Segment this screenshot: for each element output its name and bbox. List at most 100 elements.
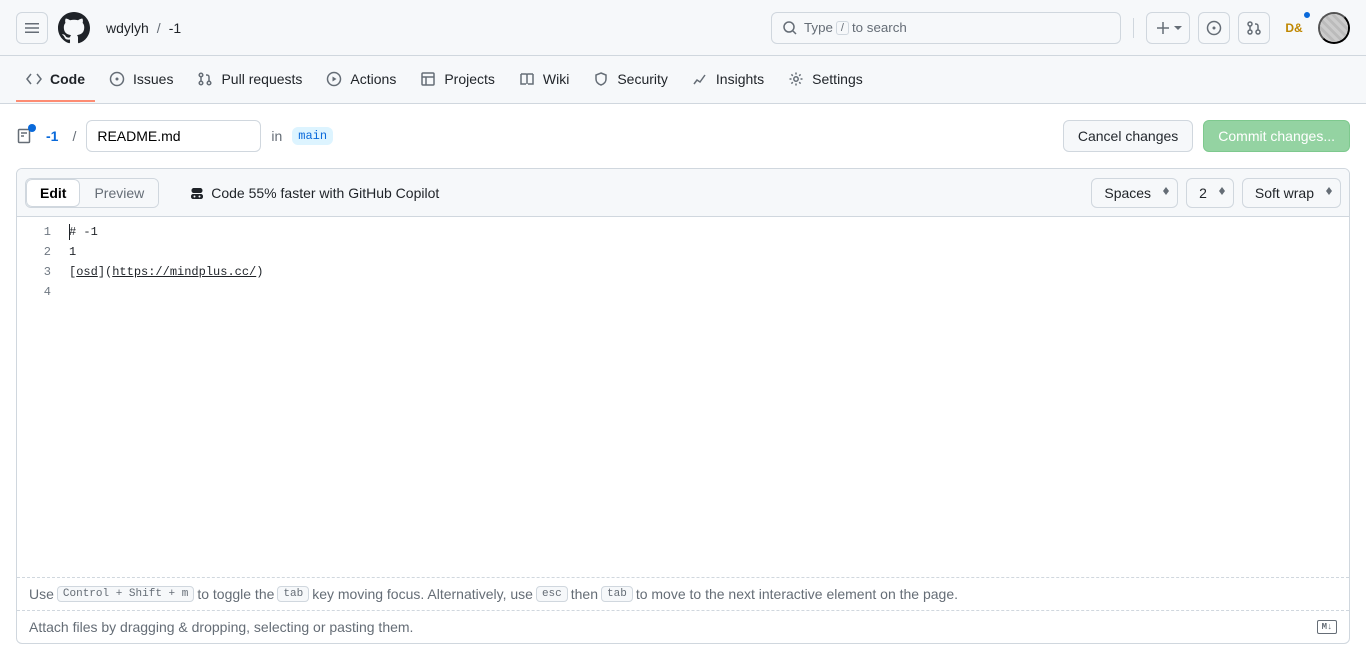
issues-icon — [109, 71, 125, 87]
header-actions: Type / to search D& — [771, 12, 1350, 44]
hint-text: to toggle the — [197, 586, 274, 602]
tab-label: Insights — [716, 71, 764, 87]
wrap-mode-select[interactable]: Soft wrap — [1242, 178, 1341, 208]
hint-text: to move to the next interactive element … — [636, 586, 958, 602]
hint-text: Use — [29, 586, 54, 602]
editor-settings: Spaces 2 Soft wrap — [1091, 178, 1341, 208]
menu-button[interactable] — [16, 12, 48, 44]
gear-icon — [788, 71, 804, 87]
indent-mode-select[interactable]: Spaces — [1091, 178, 1178, 208]
attach-hint: Attach files by dragging & dropping, sel… — [29, 619, 413, 635]
hamburger-icon — [24, 20, 40, 36]
tab-issues[interactable]: Issues — [99, 58, 183, 102]
issues-button[interactable] — [1198, 12, 1230, 44]
tab-insights[interactable]: Insights — [682, 58, 774, 102]
global-header: wdylyh / -1 Type / to search D& — [0, 0, 1366, 56]
cancel-changes-button[interactable]: Cancel changes — [1063, 120, 1193, 152]
change-indicator-dot — [28, 124, 36, 132]
tab-pull-requests[interactable]: Pull requests — [187, 58, 312, 102]
line-number: 4 — [17, 282, 51, 302]
book-icon — [519, 71, 535, 87]
code-line — [69, 282, 1349, 302]
repo-link[interactable]: -1 — [163, 16, 187, 40]
line-number: 3 — [17, 262, 51, 282]
table-icon — [420, 71, 436, 87]
tab-code[interactable]: Code — [16, 58, 95, 102]
line-gutter: 1 2 3 4 — [17, 217, 69, 577]
code-icon — [26, 71, 42, 87]
user-avatar[interactable] — [1318, 12, 1350, 44]
tab-label: Wiki — [543, 71, 569, 87]
preview-tab[interactable]: Preview — [80, 179, 158, 207]
path-separator: / — [72, 128, 76, 144]
graph-icon — [692, 71, 708, 87]
repo-root-link[interactable]: -1 — [42, 128, 62, 144]
copilot-text: Code 55% faster with GitHub Copilot — [211, 185, 439, 201]
code-line: [osd](https://mindplus.cc/) — [69, 262, 1349, 282]
tab-security[interactable]: Security — [583, 58, 678, 102]
line-number: 1 — [17, 222, 51, 242]
copilot-icon — [189, 185, 205, 201]
tab-label: Code — [50, 71, 85, 87]
in-label: in — [271, 128, 282, 144]
avatar-image — [1320, 14, 1348, 42]
code-editor[interactable]: 1 2 3 4 # -1 1 [osd](https://mindplus.cc… — [17, 217, 1349, 577]
github-mark-icon — [58, 12, 90, 44]
search-input[interactable]: Type / to search — [771, 12, 1121, 44]
tab-actions[interactable]: Actions — [316, 58, 406, 102]
filename-input[interactable] — [86, 120, 261, 152]
owner-link[interactable]: wdylyh — [100, 16, 155, 40]
tab-label: Projects — [444, 71, 495, 87]
kbd-key: tab — [601, 586, 633, 602]
hint-text: then — [571, 586, 598, 602]
commit-changes-button[interactable]: Commit changes... — [1203, 120, 1350, 152]
github-logo[interactable] — [58, 12, 90, 44]
indent-size-select[interactable]: 2 — [1186, 178, 1234, 208]
plus-icon — [1155, 20, 1171, 36]
search-placeholder-suffix: to search — [852, 20, 907, 35]
breadcrumb: wdylyh / -1 — [100, 16, 187, 40]
tab-label: Security — [617, 71, 668, 87]
header-divider — [1133, 18, 1134, 38]
git-pull-request-icon — [197, 71, 213, 87]
shield-icon — [593, 71, 609, 87]
file-diff-icon — [16, 128, 32, 144]
search-placeholder-prefix: Type — [804, 20, 833, 35]
search-shortcut-key: / — [836, 21, 849, 35]
file-toolbar: -1 / in main Cancel changes Commit chang… — [0, 104, 1366, 168]
editor-header: Edit Preview Code 55% faster with GitHub… — [17, 169, 1349, 217]
editor-frame: Edit Preview Code 55% faster with GitHub… — [16, 168, 1350, 644]
copilot-banner[interactable]: Code 55% faster with GitHub Copilot — [189, 185, 439, 201]
branch-chip[interactable]: main — [292, 127, 333, 145]
edit-preview-toggle: Edit Preview — [25, 178, 159, 208]
tab-label: Pull requests — [221, 71, 302, 87]
tab-settings[interactable]: Settings — [778, 58, 873, 102]
edit-tab[interactable]: Edit — [26, 179, 80, 207]
kbd-key: esc — [536, 586, 568, 602]
hint-text: key moving focus. Alternatively, use — [312, 586, 533, 602]
code-line: # -1 — [69, 222, 1349, 242]
notifications-button[interactable]: D& — [1278, 12, 1310, 44]
breadcrumb-separator: / — [157, 20, 161, 36]
keyboard-hint: Use Control + Shift + m to toggle the ta… — [17, 577, 1349, 610]
git-pull-request-icon — [1246, 20, 1262, 36]
play-icon — [326, 71, 342, 87]
tab-label: Actions — [350, 71, 396, 87]
markdown-label: M↓ — [1322, 622, 1333, 632]
repo-nav: Code Issues Pull requests Actions Projec… — [0, 56, 1366, 104]
create-new-button[interactable] — [1146, 12, 1190, 44]
kbd-key: tab — [277, 586, 309, 602]
tab-label: Issues — [133, 71, 173, 87]
notification-dot-icon — [1302, 10, 1312, 20]
search-icon — [782, 20, 798, 36]
markdown-icon[interactable]: M↓ — [1317, 620, 1337, 634]
kbd-shortcut: Control + Shift + m — [57, 586, 194, 602]
pull-requests-button[interactable] — [1238, 12, 1270, 44]
triangle-down-icon — [1174, 24, 1182, 32]
attach-footer[interactable]: Attach files by dragging & dropping, sel… — [17, 610, 1349, 643]
line-number: 2 — [17, 242, 51, 262]
tab-projects[interactable]: Projects — [410, 58, 505, 102]
code-line: 1 — [69, 242, 1349, 262]
code-content[interactable]: # -1 1 [osd](https://mindplus.cc/) — [69, 217, 1349, 577]
tab-wiki[interactable]: Wiki — [509, 58, 579, 102]
